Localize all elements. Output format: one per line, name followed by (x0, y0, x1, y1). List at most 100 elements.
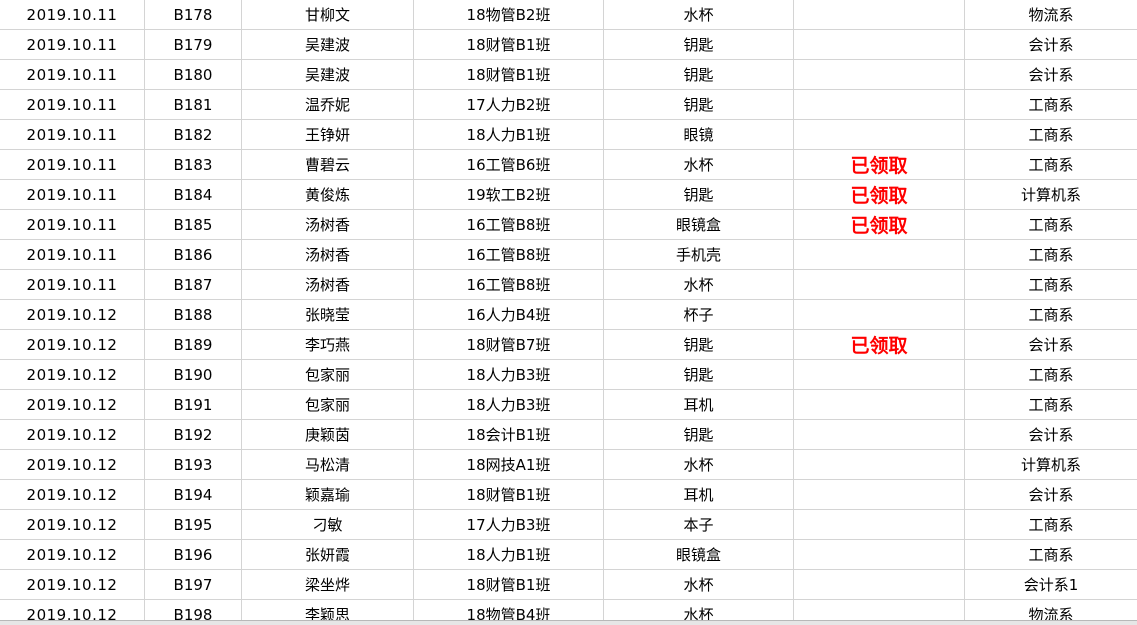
dept-cell[interactable]: 会计系 (965, 330, 1137, 359)
class-cell[interactable]: 18人力B3班 (414, 360, 604, 389)
status-cell[interactable] (794, 510, 965, 539)
name-cell[interactable]: 黄俊炼 (242, 180, 414, 209)
name-cell[interactable]: 温乔妮 (242, 90, 414, 119)
date-cell[interactable]: 2019.10.11 (0, 240, 145, 269)
id-cell[interactable]: B178 (145, 0, 242, 29)
item-cell[interactable]: 钥匙 (604, 60, 794, 89)
id-cell[interactable]: B193 (145, 450, 242, 479)
sheet-tab-bar[interactable] (0, 620, 1137, 625)
class-cell[interactable]: 18网技A1班 (414, 450, 604, 479)
date-cell[interactable]: 2019.10.11 (0, 270, 145, 299)
item-cell[interactable]: 耳机 (604, 390, 794, 419)
id-cell[interactable]: B190 (145, 360, 242, 389)
item-cell[interactable]: 钥匙 (604, 420, 794, 449)
name-cell[interactable]: 梁坐烨 (242, 570, 414, 599)
item-cell[interactable]: 水杯 (604, 570, 794, 599)
class-cell[interactable]: 18财管B1班 (414, 60, 604, 89)
status-cell[interactable] (794, 570, 965, 599)
date-cell[interactable]: 2019.10.12 (0, 540, 145, 569)
item-cell[interactable]: 钥匙 (604, 360, 794, 389)
item-cell[interactable]: 眼镜盒 (604, 210, 794, 239)
name-cell[interactable]: 吴建波 (242, 60, 414, 89)
class-cell[interactable]: 16工管B8班 (414, 240, 604, 269)
item-cell[interactable]: 杯子 (604, 300, 794, 329)
status-cell[interactable] (794, 360, 965, 389)
class-cell[interactable]: 17人力B2班 (414, 90, 604, 119)
status-cell[interactable] (794, 420, 965, 449)
date-cell[interactable]: 2019.10.12 (0, 360, 145, 389)
id-cell[interactable]: B182 (145, 120, 242, 149)
name-cell[interactable]: 李颖思 (242, 600, 414, 620)
status-cell[interactable] (794, 600, 965, 620)
id-cell[interactable]: B195 (145, 510, 242, 539)
date-cell[interactable]: 2019.10.11 (0, 60, 145, 89)
id-cell[interactable]: B196 (145, 540, 242, 569)
status-cell[interactable] (794, 270, 965, 299)
dept-cell[interactable]: 工商系 (965, 360, 1137, 389)
status-cell[interactable] (794, 480, 965, 509)
dept-cell[interactable]: 会计系 (965, 30, 1137, 59)
class-cell[interactable]: 18财管B1班 (414, 480, 604, 509)
class-cell[interactable]: 16工管B8班 (414, 210, 604, 239)
date-cell[interactable]: 2019.10.12 (0, 510, 145, 539)
name-cell[interactable]: 甘柳文 (242, 0, 414, 29)
id-cell[interactable]: B181 (145, 90, 242, 119)
item-cell[interactable]: 钥匙 (604, 90, 794, 119)
name-cell[interactable]: 汤树香 (242, 210, 414, 239)
dept-cell[interactable]: 工商系 (965, 150, 1137, 179)
date-cell[interactable]: 2019.10.12 (0, 450, 145, 479)
item-cell[interactable]: 水杯 (604, 270, 794, 299)
name-cell[interactable]: 曹碧云 (242, 150, 414, 179)
class-cell[interactable]: 18财管B1班 (414, 30, 604, 59)
name-cell[interactable]: 吴建波 (242, 30, 414, 59)
class-cell[interactable]: 18人力B1班 (414, 540, 604, 569)
date-cell[interactable]: 2019.10.12 (0, 420, 145, 449)
status-cell[interactable] (794, 450, 965, 479)
class-cell[interactable]: 18会计B1班 (414, 420, 604, 449)
name-cell[interactable]: 张妍霞 (242, 540, 414, 569)
date-cell[interactable]: 2019.10.11 (0, 180, 145, 209)
name-cell[interactable]: 汤树香 (242, 270, 414, 299)
name-cell[interactable]: 王铮妍 (242, 120, 414, 149)
name-cell[interactable]: 李巧燕 (242, 330, 414, 359)
id-cell[interactable]: B194 (145, 480, 242, 509)
dept-cell[interactable]: 工商系 (965, 210, 1137, 239)
name-cell[interactable]: 庚颖茵 (242, 420, 414, 449)
date-cell[interactable]: 2019.10.12 (0, 600, 145, 620)
id-cell[interactable]: B183 (145, 150, 242, 179)
status-cell[interactable]: 已领取 (794, 150, 965, 179)
dept-cell[interactable]: 会计系1 (965, 570, 1137, 599)
dept-cell[interactable]: 会计系 (965, 420, 1137, 449)
item-cell[interactable]: 水杯 (604, 450, 794, 479)
status-cell[interactable] (794, 540, 965, 569)
id-cell[interactable]: B187 (145, 270, 242, 299)
date-cell[interactable]: 2019.10.11 (0, 210, 145, 239)
status-cell[interactable] (794, 30, 965, 59)
name-cell[interactable]: 马松清 (242, 450, 414, 479)
dept-cell[interactable]: 物流系 (965, 600, 1137, 620)
name-cell[interactable]: 包家丽 (242, 390, 414, 419)
status-cell[interactable] (794, 390, 965, 419)
class-cell[interactable]: 16人力B4班 (414, 300, 604, 329)
dept-cell[interactable]: 工商系 (965, 90, 1137, 119)
class-cell[interactable]: 18人力B3班 (414, 390, 604, 419)
dept-cell[interactable]: 工商系 (965, 120, 1137, 149)
name-cell[interactable]: 颖嘉瑜 (242, 480, 414, 509)
item-cell[interactable]: 眼镜 (604, 120, 794, 149)
dept-cell[interactable]: 工商系 (965, 300, 1137, 329)
id-cell[interactable]: B186 (145, 240, 242, 269)
id-cell[interactable]: B180 (145, 60, 242, 89)
id-cell[interactable]: B188 (145, 300, 242, 329)
date-cell[interactable]: 2019.10.11 (0, 0, 145, 29)
status-cell[interactable] (794, 60, 965, 89)
id-cell[interactable]: B192 (145, 420, 242, 449)
id-cell[interactable]: B191 (145, 390, 242, 419)
date-cell[interactable]: 2019.10.11 (0, 120, 145, 149)
class-cell[interactable]: 18人力B1班 (414, 120, 604, 149)
status-cell[interactable]: 已领取 (794, 330, 965, 359)
status-cell[interactable] (794, 240, 965, 269)
item-cell[interactable]: 钥匙 (604, 180, 794, 209)
item-cell[interactable]: 钥匙 (604, 330, 794, 359)
dept-cell[interactable]: 工商系 (965, 510, 1137, 539)
item-cell[interactable]: 水杯 (604, 600, 794, 620)
